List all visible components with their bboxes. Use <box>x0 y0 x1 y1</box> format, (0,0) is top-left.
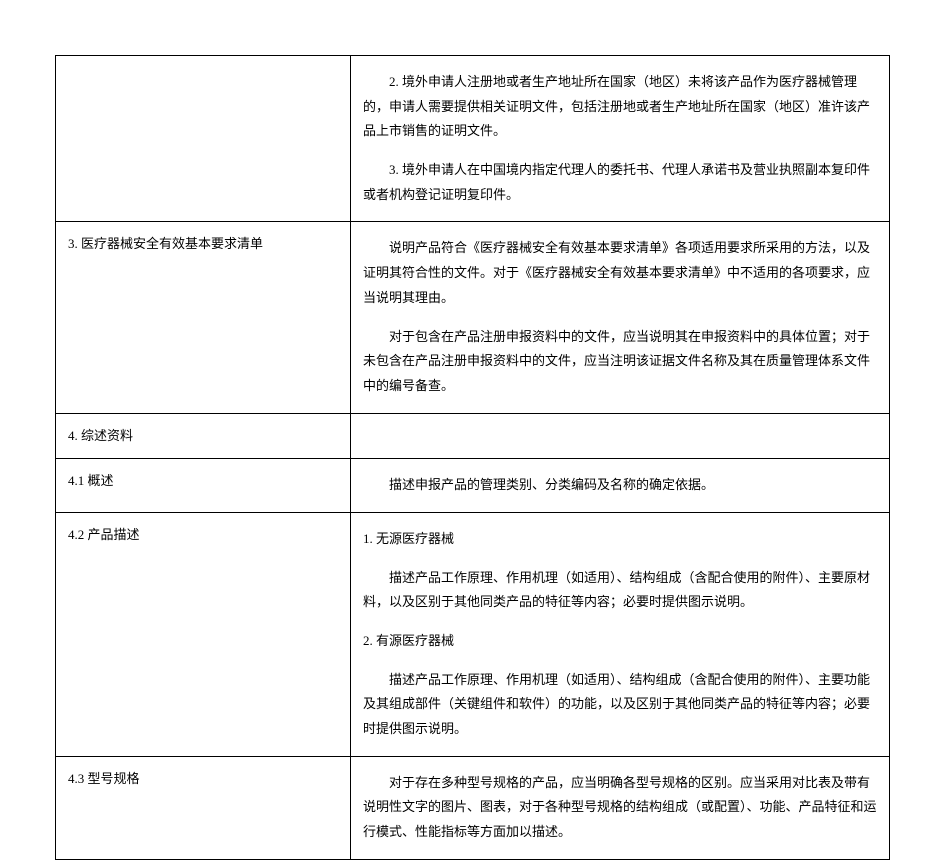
row-6-left: 4.3 型号规格 <box>56 756 351 859</box>
table-row: 4.3 型号规格 对于存在多种型号规格的产品，应当明确各型号规格的区别。应当采用… <box>56 756 890 859</box>
row-1-left <box>56 56 351 222</box>
requirements-table: 2. 境外申请人注册地或者生产地址所在国家（地区）未将该产品作为医疗器械管理的，… <box>55 55 890 860</box>
row-5-left: 4.2 产品描述 <box>56 512 351 756</box>
row-6-right: 对于存在多种型号规格的产品，应当明确各型号规格的区别。应当采用对比表及带有说明性… <box>351 756 890 859</box>
row-5-para-4: 描述产品工作原理、作用机理（如适用）、结构组成（含配合使用的附件）、主要功能及其… <box>363 668 877 742</box>
row-5-para-1: 1. 无源医疗器械 <box>363 527 877 552</box>
table-row: 3. 医疗器械安全有效基本要求清单 说明产品符合《医疗器械安全有效基本要求清单》… <box>56 222 890 413</box>
row-1-right: 2. 境外申请人注册地或者生产地址所在国家（地区）未将该产品作为医疗器械管理的，… <box>351 56 890 222</box>
row-5-para-2: 描述产品工作原理、作用机理（如适用）、结构组成（含配合使用的附件）、主要原材料，… <box>363 566 877 615</box>
row-3-right <box>351 413 890 459</box>
table-row: 2. 境外申请人注册地或者生产地址所在国家（地区）未将该产品作为医疗器械管理的，… <box>56 56 890 222</box>
row-4-para-1: 描述申报产品的管理类别、分类编码及名称的确定依据。 <box>363 473 877 498</box>
row-1-para-2: 3. 境外申请人在中国境内指定代理人的委托书、代理人承诺书及营业执照副本复印件或… <box>363 158 877 207</box>
row-2-para-1: 说明产品符合《医疗器械安全有效基本要求清单》各项适用要求所采用的方法，以及证明其… <box>363 236 877 310</box>
table-row: 4.2 产品描述 1. 无源医疗器械 描述产品工作原理、作用机理（如适用）、结构… <box>56 512 890 756</box>
row-1-para-1: 2. 境外申请人注册地或者生产地址所在国家（地区）未将该产品作为医疗器械管理的，… <box>363 70 877 144</box>
row-4-left: 4.1 概述 <box>56 459 351 513</box>
row-4-right: 描述申报产品的管理类别、分类编码及名称的确定依据。 <box>351 459 890 513</box>
row-2-para-2: 对于包含在产品注册申报资料中的文件，应当说明其在申报资料中的具体位置；对于未包含… <box>363 325 877 399</box>
row-3-left: 4. 综述资料 <box>56 413 351 459</box>
row-5-right: 1. 无源医疗器械 描述产品工作原理、作用机理（如适用）、结构组成（含配合使用的… <box>351 512 890 756</box>
row-6-para-1: 对于存在多种型号规格的产品，应当明确各型号规格的区别。应当采用对比表及带有说明性… <box>363 771 877 845</box>
table-row: 4.1 概述 描述申报产品的管理类别、分类编码及名称的确定依据。 <box>56 459 890 513</box>
row-5-para-3: 2. 有源医疗器械 <box>363 629 877 654</box>
row-2-right: 说明产品符合《医疗器械安全有效基本要求清单》各项适用要求所采用的方法，以及证明其… <box>351 222 890 413</box>
table-row: 4. 综述资料 <box>56 413 890 459</box>
row-2-left: 3. 医疗器械安全有效基本要求清单 <box>56 222 351 413</box>
